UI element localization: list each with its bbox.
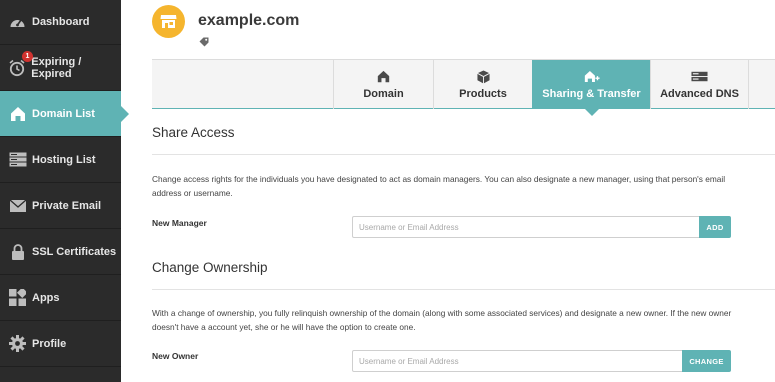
- add-manager-button[interactable]: ADD: [699, 216, 731, 238]
- home-share-icon: [584, 70, 600, 84]
- tag-icon[interactable]: [199, 37, 209, 47]
- sidebar-item-label: Profile: [32, 337, 67, 350]
- sidebar-item-label: Domain List: [32, 107, 95, 120]
- sidebar-item-label: Dashboard: [32, 16, 90, 28]
- sidebar-item-private-email[interactable]: Private Email: [0, 183, 121, 229]
- tab-label: Domain: [363, 87, 404, 100]
- sidebar-item-domain-list[interactable]: Domain List: [0, 91, 129, 137]
- storefront-icon: [160, 15, 177, 28]
- dns-server-icon: [691, 70, 708, 84]
- sidebar-item-dashboard[interactable]: Dashboard: [0, 0, 121, 45]
- home-icon: [377, 70, 390, 84]
- domain-logo: [152, 5, 185, 38]
- tab-spacer: [748, 60, 775, 109]
- change-owner-button[interactable]: CHANGE: [682, 350, 731, 372]
- server-icon: [8, 150, 27, 169]
- home-icon: [8, 104, 27, 123]
- tab-label: Advanced DNS: [660, 87, 739, 100]
- new-manager-label: New Manager: [152, 218, 207, 228]
- sidebar-item-label: Hosting List: [32, 153, 96, 166]
- sidebar-item-hosting-list[interactable]: Hosting List: [0, 137, 121, 183]
- envelope-icon: [8, 196, 27, 215]
- gear-icon: [8, 334, 27, 353]
- domain-title: example.com: [198, 12, 300, 29]
- notification-badge: 1: [22, 51, 33, 62]
- sidebar-item-ssl-certificates[interactable]: SSL Certificates: [0, 229, 121, 275]
- share-access-description: Change access rights for the individuals…: [152, 174, 726, 198]
- change-ownership-heading: Change Ownership: [152, 260, 268, 275]
- lock-icon: [8, 242, 27, 261]
- sidebar-item-label: Private Email: [32, 199, 102, 212]
- tab-bar: Domain Products Sharing & Transfer Advan…: [152, 59, 775, 116]
- sidebar: Dashboard 1 Expiring / Expired Domain Li…: [0, 0, 129, 382]
- new-manager-input[interactable]: [352, 216, 700, 238]
- speedometer-icon: [8, 13, 27, 32]
- tab-sharing-transfer[interactable]: Sharing & Transfer: [532, 60, 650, 116]
- divider: [152, 154, 775, 155]
- sidebar-item-apps[interactable]: Apps: [0, 275, 121, 321]
- tab-domain[interactable]: Domain: [333, 60, 433, 109]
- divider: [152, 289, 775, 290]
- share-access-heading: Share Access: [152, 125, 235, 140]
- new-owner-label: New Owner: [152, 351, 199, 361]
- tab-label: Products: [459, 87, 507, 100]
- box-icon: [476, 70, 490, 84]
- sidebar-item-expiring[interactable]: 1 Expiring / Expired: [0, 45, 121, 91]
- new-owner-input[interactable]: [352, 350, 683, 372]
- apps-grid-icon: [8, 288, 27, 307]
- change-ownership-description: With a change of ownership, you fully re…: [152, 308, 732, 332]
- sidebar-item-label: Apps: [32, 291, 60, 304]
- tab-products[interactable]: Products: [433, 60, 532, 109]
- sidebar-item-profile[interactable]: Profile: [0, 321, 121, 367]
- sidebar-item-label: SSL Certificates: [32, 245, 117, 258]
- tab-label: Sharing & Transfer: [542, 87, 641, 100]
- tab-advanced-dns[interactable]: Advanced DNS: [650, 60, 748, 109]
- sidebar-item-label: Expiring / Expired: [31, 55, 82, 80]
